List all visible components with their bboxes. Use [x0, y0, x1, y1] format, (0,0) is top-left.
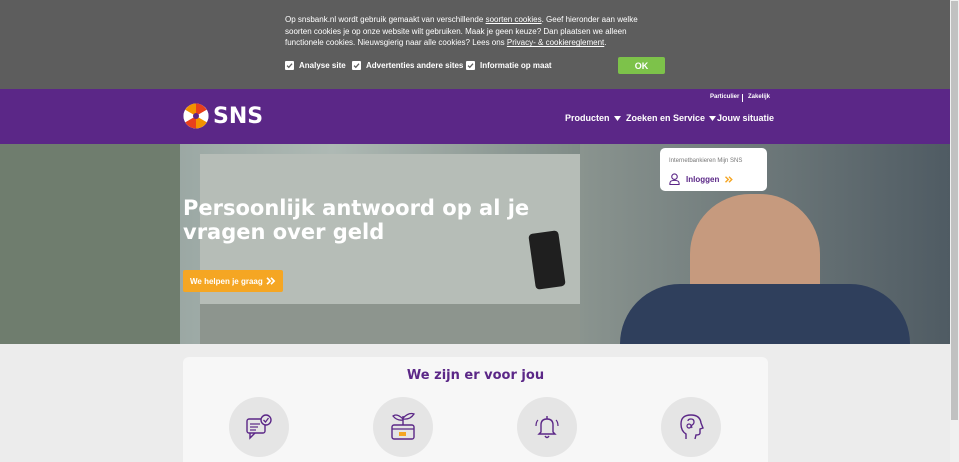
help-button-label: We helpen je graag — [190, 276, 263, 286]
page-scrollbar[interactable] — [950, 0, 959, 462]
hero-background-tree — [0, 144, 180, 344]
service-chat-item[interactable] — [229, 397, 289, 457]
sns-wheel-icon — [183, 103, 209, 129]
top-link-zakelijk[interactable]: Zakelijk — [748, 94, 770, 100]
checkbox-advertenties[interactable]: Advertenties andere sites — [352, 60, 463, 71]
head-icon — [680, 414, 704, 440]
login-card-title: Internetbankieren Mijn SNS — [669, 158, 743, 164]
cookie-text-part: Op snsbank.nl wordt gebruik gemaakt van … — [285, 15, 486, 24]
double-chevron-right-icon — [725, 175, 734, 183]
scrollbar-thumb[interactable] — [951, 1, 958, 420]
bell-icon — [535, 416, 559, 439]
help-button[interactable]: We helpen je graag — [183, 270, 283, 292]
checkbox-informatie-op-maat[interactable]: Informatie op maat — [466, 60, 552, 71]
cookie-text-part: . — [604, 38, 607, 48]
checkbox-check-icon[interactable] — [285, 61, 294, 70]
checkbox-label: Analyse site — [299, 61, 346, 70]
plant-card-icon — [391, 412, 415, 440]
checkbox-label: Informatie op maat — [480, 61, 552, 70]
checkbox-check-icon[interactable] — [466, 61, 475, 70]
cookie-ok-button[interactable]: OK — [618, 57, 665, 74]
page: Op snsbank.nl wordt gebruik gemaakt van … — [0, 0, 959, 462]
logo-text: SNS — [213, 103, 264, 129]
nav-jouw-situatie[interactable]: Jouw situatie — [717, 113, 774, 123]
checkbox-analyse-site[interactable]: Analyse site — [285, 60, 346, 71]
login-label: Inloggen — [686, 174, 720, 184]
nav-label: Producten — [565, 113, 610, 123]
service-title: We zijn er voor jou — [406, 368, 545, 383]
service-section: We zijn er voor jou — [183, 357, 768, 462]
cookie-text: Op snsbank.nl wordt gebruik gemaakt van … — [285, 14, 657, 49]
site-header: Particulier Zakelijk SNS Producten Zoeke… — [0, 89, 950, 144]
sns-logo[interactable]: SNS — [183, 103, 263, 129]
user-icon — [669, 173, 680, 185]
hero-person-jacket — [620, 284, 910, 344]
hero-banner: Persoonlijk antwoord op al je vragen ove… — [0, 144, 950, 344]
top-link-particulier[interactable]: Particulier — [710, 94, 739, 100]
login-link[interactable]: Inloggen — [669, 173, 734, 185]
service-savings-item[interactable] — [373, 397, 433, 457]
hero-title: Persoonlijk antwoord op al je vragen ove… — [183, 196, 530, 244]
service-advice-item[interactable] — [661, 397, 721, 457]
hero-background-ground — [200, 304, 630, 344]
chevron-down-icon — [709, 115, 717, 121]
privacy-link[interactable]: Privacy- & cookiereglement — [507, 38, 604, 47]
service-alert-item[interactable] — [517, 397, 577, 457]
double-chevron-right-icon — [266, 277, 276, 285]
nav-producten[interactable]: Producten — [565, 113, 621, 123]
chat-check-icon — [246, 414, 272, 440]
login-card: Internetbankieren Mijn SNS Inloggen — [660, 148, 767, 191]
nav-label: Jouw situatie — [717, 113, 775, 123]
nav-label: Zoeken en Service — [626, 113, 706, 123]
top-link-divider — [742, 94, 743, 102]
chevron-down-icon — [613, 115, 621, 121]
cookie-bar: Op snsbank.nl wordt gebruik gemaakt van … — [0, 0, 950, 89]
nav-zoeken-en-service[interactable]: Zoeken en Service — [626, 113, 717, 123]
checkbox-label: Advertenties andere sites — [366, 61, 464, 70]
cookie-types-link[interactable]: soorten cookies — [486, 15, 542, 24]
checkbox-check-icon[interactable] — [352, 61, 361, 70]
